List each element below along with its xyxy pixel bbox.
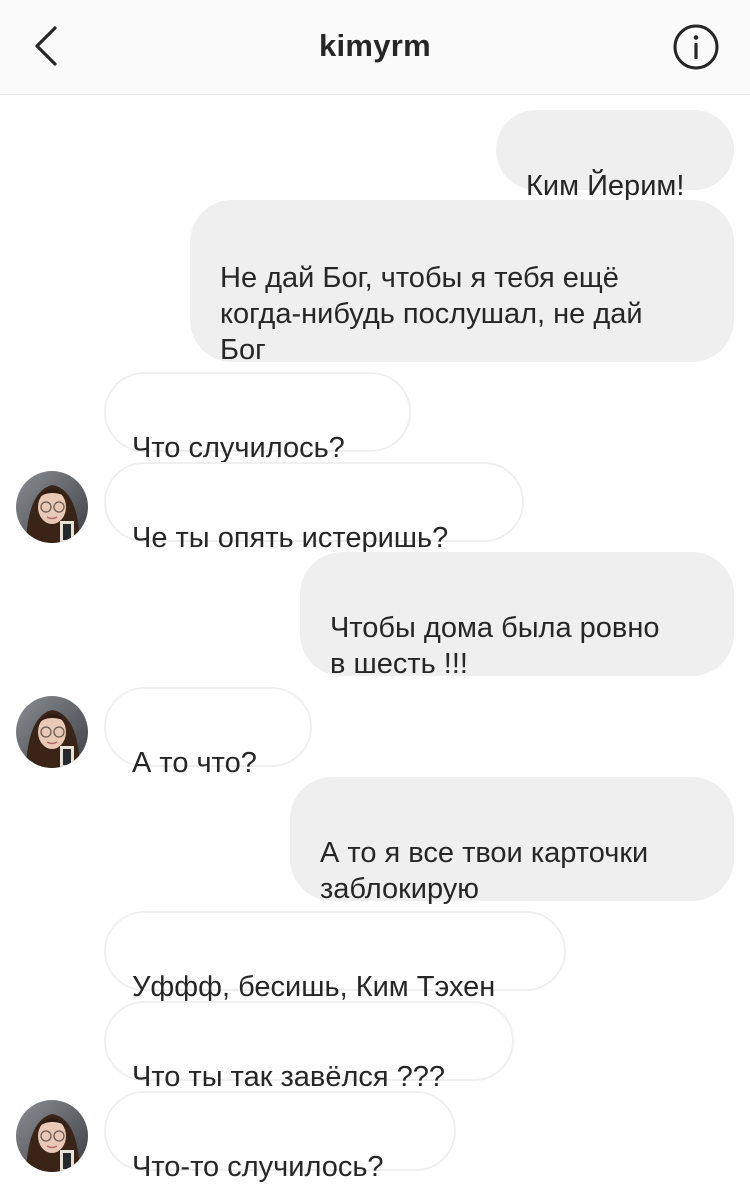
message-text: А то я все твои карточки заблокирую	[320, 837, 649, 905]
info-button[interactable]	[672, 23, 720, 71]
message-bubble-outgoing[interactable]: А то я все твои карточки заблокирую 💪	[290, 777, 734, 940]
message-bubble-outgoing[interactable]: Не дай Бог, чтобы я тебя ещё когда-нибуд…	[190, 200, 734, 366]
message-text: Что случилось?	[132, 432, 345, 464]
chat-header: kimyrm	[0, 0, 750, 95]
message-text: Что-то случилось?	[132, 1151, 384, 1183]
message-text: А то что?	[132, 747, 257, 779]
message-text: Не дай Бог, чтобы я тебя ещё когда-нибуд…	[220, 262, 643, 366]
message-bubble-incoming[interactable]: Уффф, бесишь, Ким Тэхен	[104, 911, 566, 1003]
avatar[interactable]	[16, 696, 88, 768]
message-bubble-incoming[interactable]: Что ты так завёлся ???	[104, 1001, 514, 1093]
message-text: Ким Йерим!	[526, 170, 685, 202]
message-text: Что ты так завёлся ???	[132, 1061, 446, 1093]
message-text: Че ты опять истеришь?	[132, 522, 449, 554]
message-bubble-incoming[interactable]: Че ты опять истеришь?	[104, 462, 524, 554]
message-bubble-incoming[interactable]: А то что?	[104, 687, 312, 779]
message-text: Чтобы дома была ровно в шесть !!!	[330, 612, 660, 680]
message-bubble-incoming[interactable]: Что случилось?	[104, 372, 411, 464]
info-circle-icon	[673, 24, 719, 70]
avatar[interactable]	[16, 471, 88, 543]
message-bubble-outgoing[interactable]: Ким Йерим!	[496, 110, 734, 202]
message-bubble-outgoing[interactable]: Чтобы дома была ровно в шесть !!!	[300, 552, 734, 680]
message-bubble-incoming[interactable]: Что-то случилось?	[104, 1091, 456, 1183]
avatar[interactable]	[16, 1100, 88, 1172]
chat-title[interactable]: kimyrm	[0, 28, 750, 64]
message-text: Уффф, бесишь, Ким Тэхен	[132, 971, 496, 1003]
